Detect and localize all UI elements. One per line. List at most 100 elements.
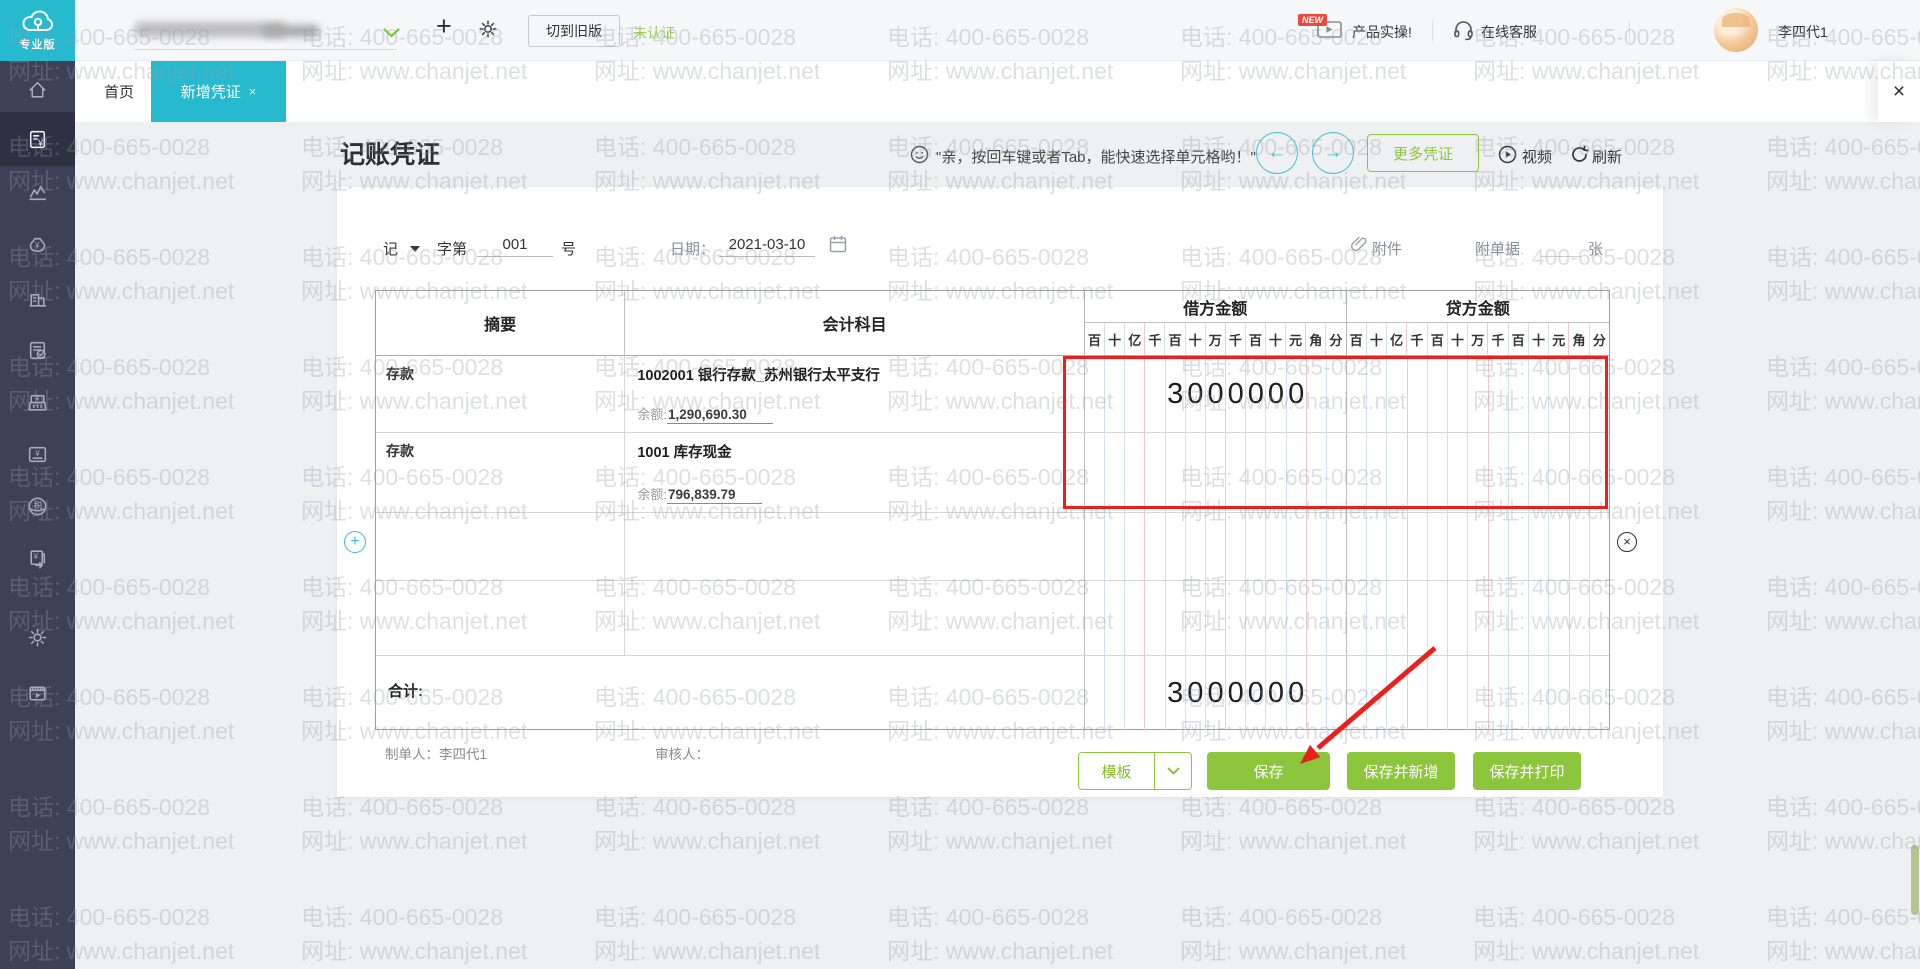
digit-cell[interactable] [1145, 433, 1165, 512]
digit-cell[interactable] [1448, 581, 1468, 655]
digit-cell[interactable] [1145, 581, 1165, 655]
digit-cell[interactable] [1448, 656, 1468, 731]
digit-cell[interactable] [1186, 581, 1206, 655]
digit-cell[interactable] [1327, 433, 1346, 512]
digit-cell[interactable] [1529, 356, 1549, 432]
sidebar-item-tax[interactable]: 税 [0, 480, 75, 532]
digit-cell[interactable]: 3 [1166, 656, 1186, 731]
online-service-label[interactable]: 在线客服 [1481, 22, 1537, 42]
sidebar-item-fixed-assets[interactable]: ¥ [0, 428, 75, 480]
sidebar-item-video[interactable] [0, 667, 75, 719]
digit-cell[interactable] [1105, 513, 1125, 580]
digit-cell[interactable] [1408, 581, 1428, 655]
sidebar-item-company[interactable] [0, 272, 75, 324]
app-logo[interactable]: 专业版 [0, 0, 75, 61]
digit-cell[interactable] [1387, 356, 1407, 432]
sidebar-item-settings[interactable] [0, 611, 75, 663]
refresh-icon[interactable] [1570, 145, 1589, 169]
digit-cell[interactable]: 0 [1266, 656, 1286, 731]
digit-cell[interactable]: 0 [1226, 356, 1246, 432]
digit-cell[interactable] [1367, 581, 1387, 655]
digit-cell[interactable]: 0 [1266, 356, 1286, 432]
digit-cell[interactable] [1367, 513, 1387, 580]
prev-voucher-button[interactable]: ← [1256, 132, 1298, 174]
next-voucher-button[interactable]: → [1312, 132, 1354, 174]
video-link[interactable]: 视频 [1522, 146, 1552, 167]
digit-cell[interactable] [1428, 513, 1448, 580]
sidebar-item-cash-register[interactable]: ¥ [0, 376, 75, 428]
digit-cell[interactable] [1226, 581, 1246, 655]
digit-cell[interactable] [1529, 581, 1549, 655]
digit-cell[interactable] [1489, 581, 1509, 655]
digit-cell[interactable] [1206, 513, 1226, 580]
digit-cell[interactable] [1145, 513, 1165, 580]
digit-cell[interactable] [1307, 356, 1327, 432]
digit-cell[interactable] [1549, 513, 1569, 580]
digit-cell[interactable] [1287, 581, 1307, 655]
digit-cell[interactable] [1549, 356, 1569, 432]
save-button[interactable]: 保存 [1207, 752, 1330, 790]
voucher-number-input[interactable]: 001 [477, 231, 553, 257]
digit-cell[interactable] [1105, 581, 1125, 655]
digit-cell[interactable]: 0 [1287, 356, 1307, 432]
save-and-print-button[interactable]: 保存并打印 [1473, 752, 1581, 790]
digit-cell[interactable] [1428, 581, 1448, 655]
digit-cell[interactable] [1408, 656, 1428, 731]
digit-cell[interactable] [1266, 581, 1286, 655]
balance-value[interactable]: 1,290,690.30 [667, 407, 773, 424]
digit-cell[interactable] [1448, 433, 1468, 512]
digit-cell[interactable] [1468, 433, 1488, 512]
digit-cell[interactable]: 0 [1186, 356, 1206, 432]
digit-cell[interactable]: 0 [1246, 356, 1266, 432]
digit-cell[interactable] [1468, 356, 1488, 432]
account-cell[interactable]: 1002001 银行存款_苏州银行太平支行 余额:1,290,690.30 [625, 356, 1084, 432]
digit-cell[interactable] [1287, 433, 1307, 512]
digit-cell[interactable]: 0 [1226, 656, 1246, 731]
digit-cell[interactable] [1570, 356, 1590, 432]
product-demo-label[interactable]: 产品实操! [1352, 22, 1412, 42]
digit-cell[interactable] [1529, 433, 1549, 512]
amount-cells[interactable] [1084, 433, 1609, 512]
digit-cell[interactable] [1105, 356, 1125, 432]
summary-cell[interactable]: 存款 [376, 356, 625, 432]
digit-cell[interactable] [1448, 513, 1468, 580]
sidebar-item-funds[interactable]: ¥ [0, 219, 75, 271]
sidebar-item-chart[interactable] [0, 166, 75, 218]
digit-cell[interactable] [1468, 581, 1488, 655]
digit-cell[interactable] [1590, 656, 1609, 731]
digit-cell[interactable] [1287, 513, 1307, 580]
paperclip-icon[interactable] [1350, 235, 1368, 258]
digit-cell[interactable] [1125, 433, 1145, 512]
amount-cells[interactable]: 3000000 [1084, 356, 1609, 432]
digit-cell[interactable] [1085, 433, 1105, 512]
digit-cell[interactable]: 0 [1287, 656, 1307, 731]
digit-cell[interactable] [1125, 581, 1145, 655]
add-icon[interactable]: + [436, 11, 452, 42]
date-input[interactable]: 2021-03-10 [719, 231, 815, 257]
summary-cell[interactable]: 存款 [376, 433, 625, 512]
headset-icon[interactable] [1452, 19, 1475, 47]
calendar-icon[interactable] [828, 234, 848, 259]
digit-cell[interactable] [1266, 513, 1286, 580]
digit-cell[interactable] [1590, 513, 1609, 580]
digit-cell[interactable] [1509, 356, 1529, 432]
tab-close-icon[interactable]: × [249, 84, 257, 99]
digit-cell[interactable] [1468, 513, 1488, 580]
digit-cell[interactable] [1387, 513, 1407, 580]
digit-cell[interactable] [1387, 656, 1407, 731]
digit-cell[interactable] [1307, 513, 1327, 580]
digit-cell[interactable] [1166, 513, 1186, 580]
digit-cell[interactable] [1570, 656, 1590, 731]
digit-cell[interactable]: 0 [1186, 656, 1206, 731]
sidebar-item-check-report[interactable] [0, 324, 75, 376]
amount-cells[interactable] [1084, 581, 1609, 655]
digit-cell[interactable] [1509, 433, 1529, 512]
username-label[interactable]: 李四代1 [1778, 22, 1828, 42]
digit-cell[interactable] [1549, 656, 1569, 731]
company-dropdown-chevron-icon[interactable] [383, 25, 400, 43]
balance-value[interactable]: 796,839.79 [667, 487, 762, 504]
digit-cell[interactable] [1085, 581, 1105, 655]
attachment-label[interactable]: 附件 [1372, 238, 1402, 259]
digit-cell[interactable] [1085, 513, 1105, 580]
digit-cell[interactable]: 0 [1206, 656, 1226, 731]
